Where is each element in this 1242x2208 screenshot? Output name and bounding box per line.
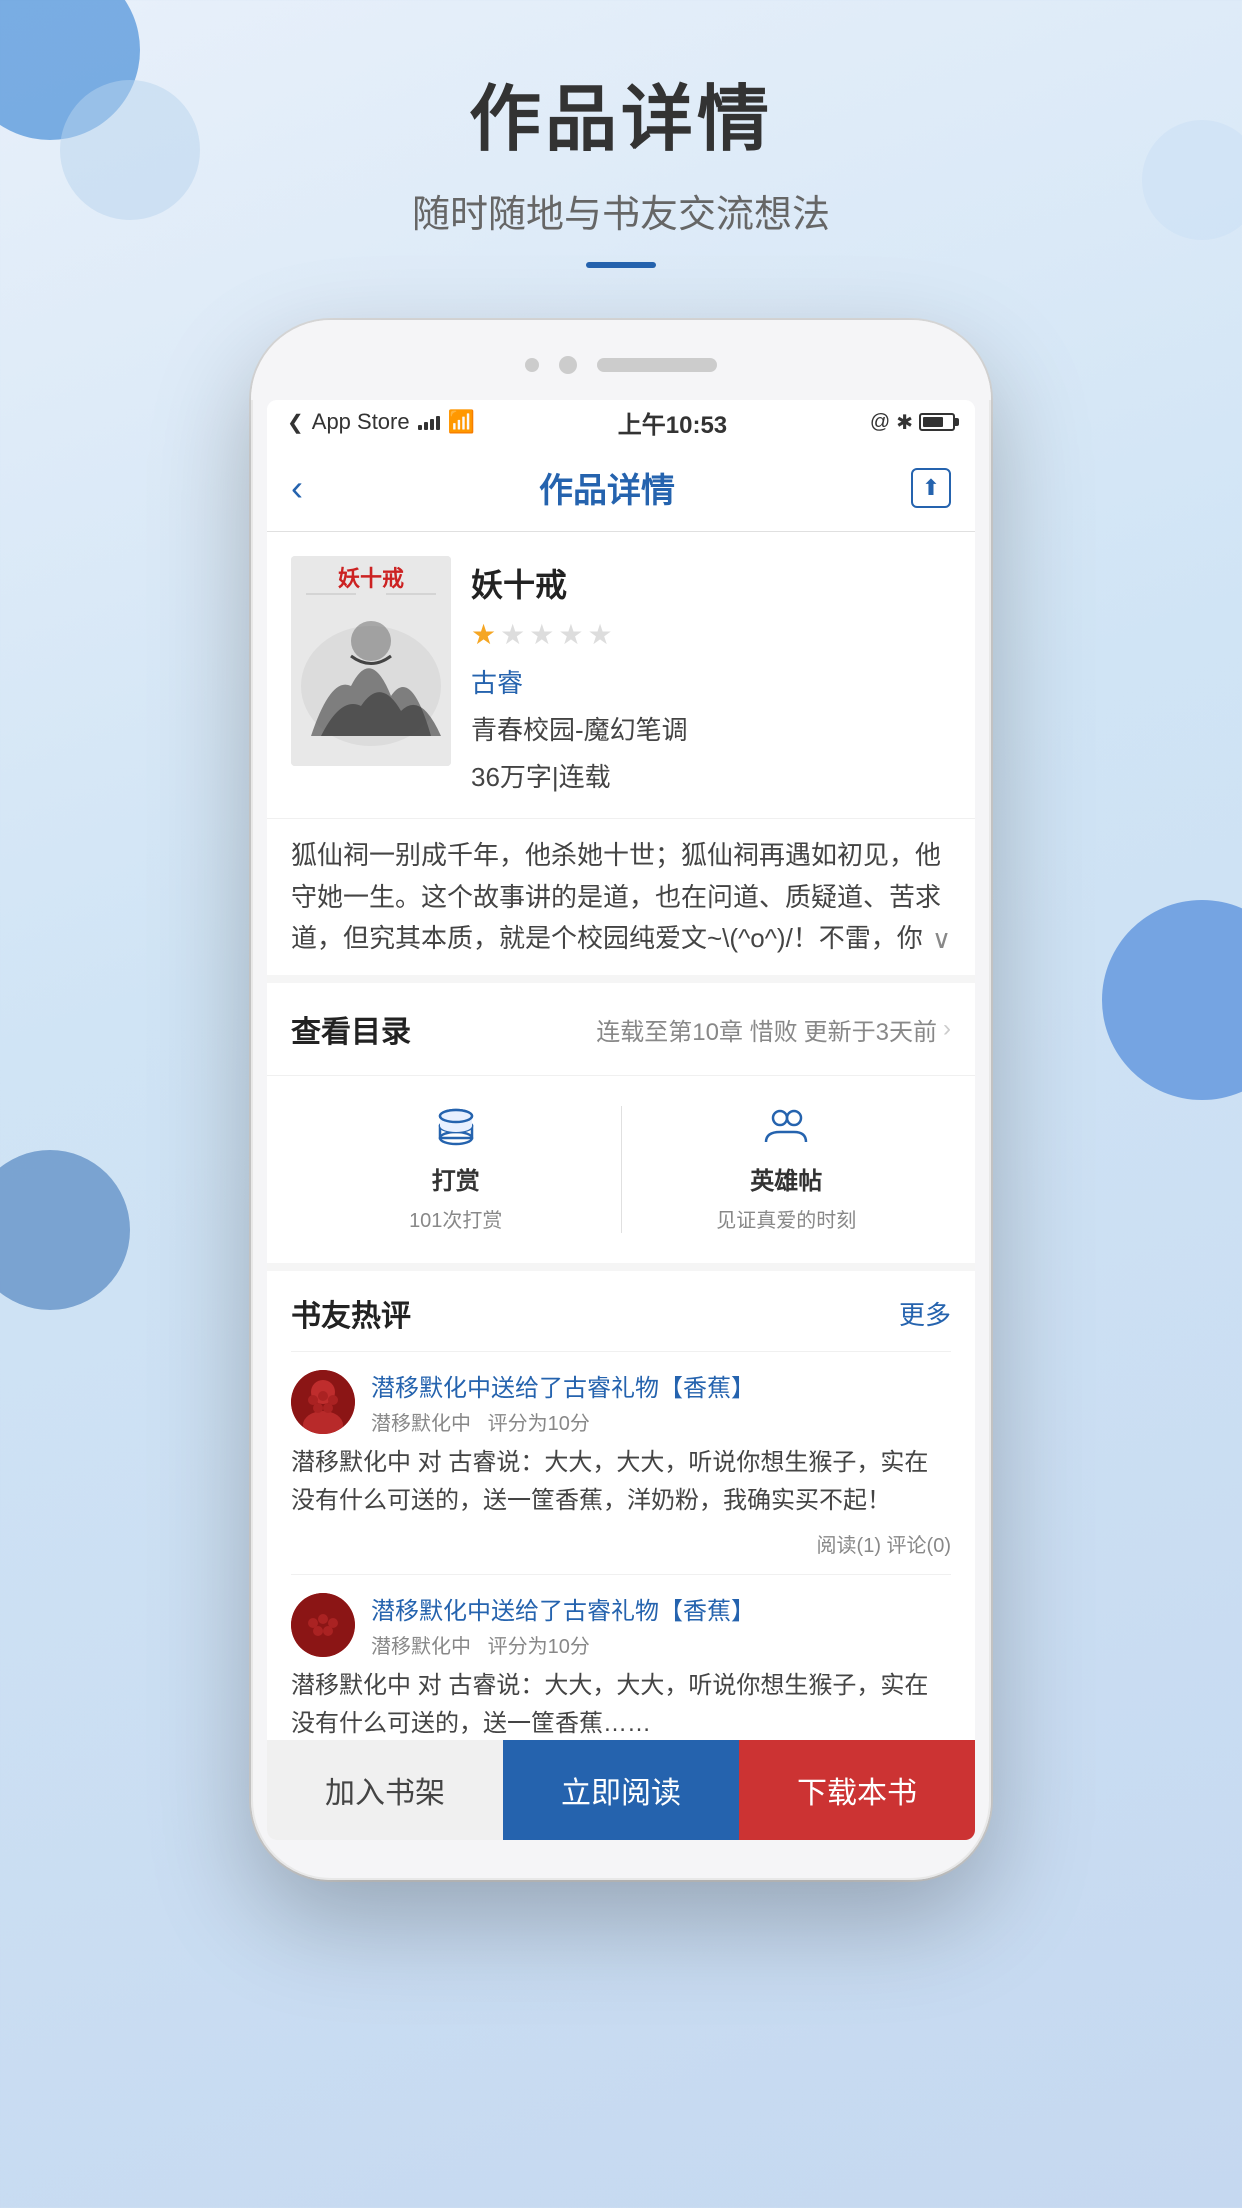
reviews-title: 书友热评	[291, 1291, 411, 1335]
reward-count: 101次打赏	[409, 1204, 502, 1233]
book-description-text: 狐仙祠一别成千年，他杀她十世；狐仙祠再遇如初见，他守她一生。这个故事讲的是道，也…	[291, 835, 951, 955]
review-meta-1: 潜移默化中送给了古睿礼物【香蕉】 潜移默化中 评分为10分	[371, 1368, 951, 1436]
review-comment-1: 评论(0)	[887, 1535, 951, 1557]
book-cover-art: 妖十戒	[291, 556, 451, 766]
review-avatar-1	[291, 1370, 355, 1434]
review-content-2: 潜移默化中 对 古睿说：大大，大大，听说你想生猴子，实在没有什么可送的，送一筐香…	[291, 1667, 951, 1744]
catalog-title: 查看目录	[291, 1007, 411, 1051]
carrier-label: App Store	[312, 409, 410, 435]
nav-bar: ‹ 作品详情 ⬆	[267, 444, 975, 532]
read-now-button[interactable]: 立即阅读	[503, 1740, 739, 1840]
add-to-shelf-button[interactable]: 加入书架	[267, 1740, 503, 1840]
reviews-header: 书友热评 更多	[291, 1291, 951, 1335]
reviews-more-button[interactable]: 更多	[899, 1295, 951, 1332]
catalog-progress: 连载至第10章 惜败	[596, 1012, 797, 1047]
phone-sensor	[525, 358, 539, 372]
page-subtitle: 随时随地与书友交流想法	[0, 183, 1242, 238]
reward-button[interactable]: 打赏 101次打赏	[291, 1096, 621, 1243]
catalog-updated: 更新于3天前	[804, 1012, 937, 1047]
back-arrow-icon: ❮	[287, 410, 304, 435]
catalog-section[interactable]: 查看目录 连载至第10章 惜败 更新于3天前 ›	[267, 975, 975, 1075]
signal-icon	[418, 414, 440, 430]
star-2: ★	[500, 618, 525, 651]
phone-speaker	[597, 358, 717, 372]
phone-top	[251, 320, 991, 400]
review-item-2: 潜移默化中送给了古睿礼物【香蕉】 潜移默化中 评分为10分 潜移默化中 对 古睿…	[291, 1574, 951, 1768]
review-title-1[interactable]: 潜移默化中送给了古睿礼物【香蕉】	[371, 1368, 951, 1403]
book-detail: 妖十戒 妖十戒 ★ ★ ★ ★ ★ 古睿 青春校园-魔幻笔调	[267, 532, 975, 818]
review-score-2: 评分为10分	[488, 1636, 590, 1658]
status-time: 上午10:53	[618, 405, 727, 440]
star-4: ★	[558, 618, 583, 651]
catalog-meta: 连载至第10章 惜败 更新于3天前 ›	[596, 1012, 951, 1047]
review-header-row-2: 潜移默化中送给了古睿礼物【香蕉】 潜移默化中 评分为10分	[291, 1591, 951, 1659]
bluetooth-icon: ✱	[896, 410, 913, 435]
review-header-row-1: 潜移默化中送给了古睿礼物【香蕉】 潜移默化中 评分为10分	[291, 1368, 951, 1436]
book-cover: 妖十戒	[291, 556, 451, 766]
status-right: @ ✱	[870, 410, 955, 435]
review-score-1: 评分为10分	[488, 1413, 590, 1435]
page-header: 作品详情 随时随地与书友交流想法	[0, 60, 1242, 268]
book-description-more[interactable]: ∨	[932, 924, 951, 955]
book-rating: ★ ★ ★ ★ ★	[471, 618, 951, 651]
phone-screen: ❮ App Store 📶 上午10:53 @ ✱ ‹	[267, 400, 975, 1840]
book-description: 狐仙祠一别成千年，他杀她十世；狐仙祠再遇如初见，他守她一生。这个故事讲的是道，也…	[267, 818, 975, 975]
nav-share-button[interactable]: ⬆	[911, 468, 951, 508]
phone-camera	[559, 356, 577, 374]
catalog-arrow-icon: ›	[943, 1015, 951, 1043]
hero-post-label: 英雄帖	[750, 1161, 822, 1196]
reward-label: 打赏	[432, 1161, 480, 1196]
hero-post-icon	[764, 1106, 808, 1153]
review-read-1: 阅读(1)	[817, 1535, 881, 1557]
svg-text:妖十戒: 妖十戒	[338, 566, 404, 591]
hero-post-button[interactable]: 英雄帖 见证真爱的时刻	[622, 1096, 952, 1243]
star-3: ★	[529, 618, 554, 651]
status-left: ❮ App Store 📶	[287, 409, 475, 435]
status-bar: ❮ App Store 📶 上午10:53 @ ✱	[267, 400, 975, 444]
at-icon: @	[870, 411, 890, 434]
review-stats-1: 阅读(1) 评论(0)	[291, 1529, 951, 1558]
book-info: 妖十戒 ★ ★ ★ ★ ★ 古睿 青春校园-魔幻笔调 36万字|连载	[471, 556, 951, 794]
review-meta-2: 潜移默化中送给了古睿礼物【香蕉】 潜移默化中 评分为10分	[371, 1591, 951, 1659]
star-5: ★	[587, 618, 612, 651]
review-title-2[interactable]: 潜移默化中送给了古睿礼物【香蕉】	[371, 1591, 951, 1626]
star-1: ★	[471, 618, 496, 651]
battery-fill	[923, 417, 943, 427]
review-user-info-1: 潜移默化中 评分为10分	[371, 1413, 590, 1435]
book-author[interactable]: 古睿	[471, 663, 951, 700]
review-username-1: 潜移默化中	[371, 1413, 471, 1435]
nav-title: 作品详情	[539, 463, 675, 512]
action-buttons: 打赏 101次打赏 英雄帖 见证真爱的时刻	[267, 1075, 975, 1263]
book-name: 妖十戒	[471, 560, 951, 606]
battery-icon	[919, 413, 955, 431]
book-genre: 青春校园-魔幻笔调	[471, 710, 951, 747]
wifi-icon: 📶	[448, 409, 475, 435]
review-user-info-2: 潜移默化中 评分为10分	[371, 1636, 590, 1658]
hero-post-sublabel: 见证真爱的时刻	[716, 1204, 856, 1233]
download-book-button[interactable]: 下载本书	[739, 1740, 975, 1840]
review-avatar-2	[291, 1593, 355, 1657]
nav-back-button[interactable]: ‹	[291, 467, 303, 509]
share-icon: ⬆	[922, 475, 940, 501]
coins-icon	[434, 1106, 478, 1153]
review-item-1: 潜移默化中送给了古睿礼物【香蕉】 潜移默化中 评分为10分 潜移默化中 对 古睿…	[291, 1351, 951, 1574]
phone-mockup: ❮ App Store 📶 上午10:53 @ ✱ ‹	[251, 320, 991, 1880]
bottom-bar: 加入书架 立即阅读 下载本书	[267, 1740, 975, 1840]
review-content-1: 潜移默化中 对 古睿说：大大，大大，听说你想生猴子，实在没有什么可送的，送一筐香…	[291, 1444, 951, 1521]
book-meta: 36万字|连载	[471, 757, 951, 794]
reviews-section: 书友热评 更多	[267, 1263, 975, 1768]
bg-decoration-4	[1102, 900, 1242, 1100]
bg-decoration-5	[0, 1150, 130, 1310]
page-title: 作品详情	[0, 60, 1242, 165]
review-username-2: 潜移默化中	[371, 1636, 471, 1658]
header-divider	[586, 262, 656, 268]
